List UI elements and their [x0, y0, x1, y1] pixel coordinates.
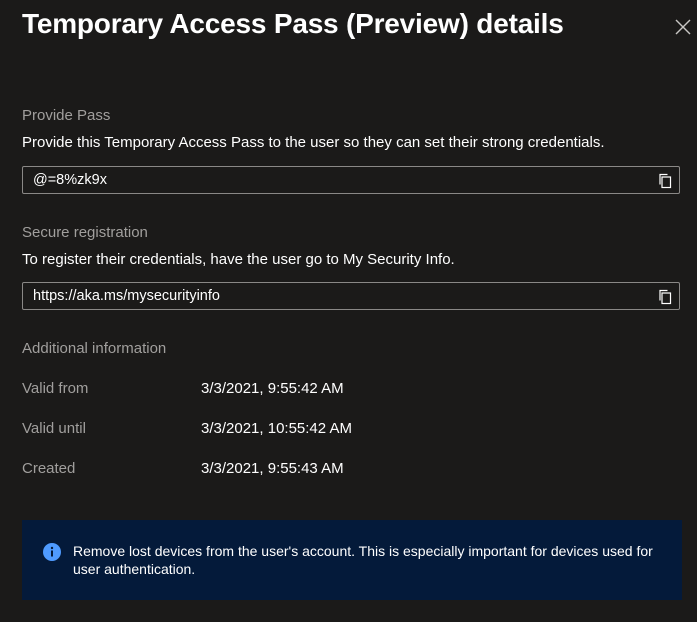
temporary-access-pass-panel: Temporary Access Pass (Preview) details … [0, 0, 697, 622]
valid-until-label: Valid until [22, 420, 86, 437]
copy-url-button[interactable] [658, 289, 672, 305]
close-icon [675, 19, 691, 35]
info-icon [43, 543, 61, 561]
provide-pass-description: Provide this Temporary Access Pass to th… [22, 134, 605, 151]
pass-field[interactable]: @=8%zk9x [22, 166, 680, 194]
created-value: 3/3/2021, 9:55:43 AM [201, 460, 344, 477]
secure-registration-description: To register their credentials, have the … [22, 251, 455, 268]
copy-pass-button[interactable] [658, 173, 672, 189]
registration-url-field[interactable]: https://aka.ms/mysecurityinfo [22, 282, 680, 310]
valid-until-value: 3/3/2021, 10:55:42 AM [201, 420, 352, 437]
registration-url-value[interactable]: https://aka.ms/mysecurityinfo [33, 288, 220, 304]
valid-from-value: 3/3/2021, 9:55:42 AM [201, 380, 344, 397]
additional-information-heading: Additional information [22, 340, 167, 357]
panel-title: Temporary Access Pass (Preview) details [22, 8, 564, 39]
info-banner-text: Remove lost devices from the user's acco… [73, 543, 653, 577]
pass-value[interactable]: @=8%zk9x [33, 172, 107, 188]
copy-icon [659, 173, 672, 189]
secure-registration-label: Secure registration [22, 224, 148, 241]
close-button[interactable] [672, 16, 694, 38]
created-label: Created [22, 460, 76, 477]
valid-from-label: Valid from [22, 380, 89, 397]
copy-icon [659, 289, 672, 305]
provide-pass-label: Provide Pass [22, 107, 111, 124]
info-banner: Remove lost devices from the user's acco… [22, 520, 682, 600]
